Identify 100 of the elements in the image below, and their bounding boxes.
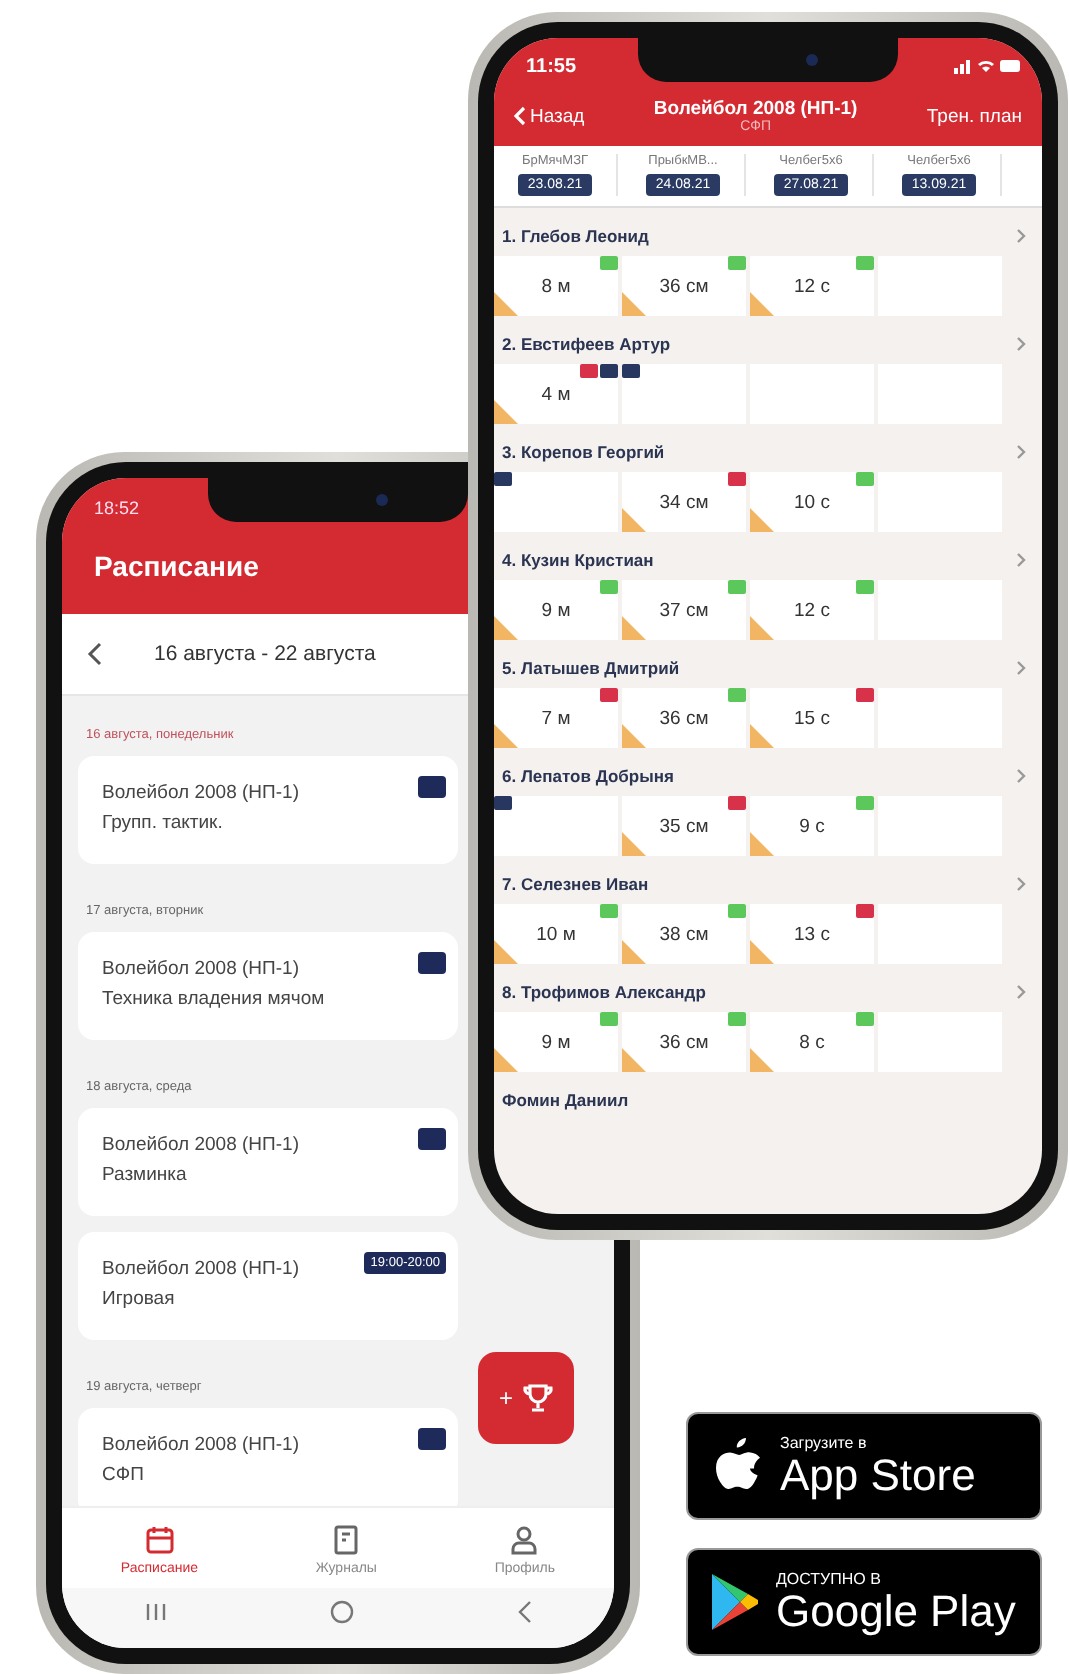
- add-trophy-button[interactable]: +: [478, 1352, 574, 1444]
- store-caption: ДОСТУПНО В: [776, 1569, 883, 1587]
- athlete-name[interactable]: 7. Селезнев Иван: [502, 874, 649, 894]
- chevron-right-icon[interactable]: [1016, 660, 1026, 676]
- camera-dot: [376, 494, 388, 506]
- result-cell[interactable]: 10 м: [494, 904, 618, 964]
- team-name: Волейбол 2008 (НП-1): [102, 958, 299, 980]
- activity-name: СФП: [102, 1464, 144, 1486]
- result-cell[interactable]: 8 м: [494, 256, 618, 316]
- team-name: Волейбол 2008 (НП-1): [102, 1258, 299, 1280]
- athlete-name[interactable]: 5. Латышев Дмитрий: [502, 658, 680, 678]
- athlete-name[interactable]: 4. Кузин Кристиан: [502, 550, 654, 570]
- activity-name: Групп. тактик.: [102, 812, 223, 834]
- result-value: 9 м: [541, 599, 571, 621]
- corner-triangle-icon: [494, 292, 518, 316]
- recents-icon[interactable]: [143, 1602, 168, 1622]
- corner-triangle-icon: [750, 616, 774, 640]
- home-icon[interactable]: [329, 1600, 354, 1624]
- corner-triangle-icon: [622, 724, 646, 748]
- result-value: 8 с: [799, 1031, 825, 1053]
- result-cell[interactable]: [622, 364, 746, 424]
- result-cell[interactable]: 34 см: [622, 472, 746, 532]
- corner-triangle-icon: [622, 616, 646, 640]
- result-value: 15 с: [794, 707, 830, 729]
- store-caption: Загрузите в: [780, 1433, 869, 1451]
- camera-dot: [806, 54, 818, 66]
- result-cell[interactable]: 9 м: [494, 1012, 618, 1072]
- result-cell[interactable]: 36 см: [622, 256, 746, 316]
- athlete-name[interactable]: 8. Трофимов Александр: [502, 982, 706, 1002]
- athlete-name[interactable]: 2. Евстифеев Артур: [502, 334, 671, 354]
- result-value: 9 с: [799, 815, 825, 837]
- result-value: 34 см: [659, 491, 709, 513]
- result-cell[interactable]: 9 м: [494, 580, 618, 640]
- corner-triangle-icon: [622, 292, 646, 316]
- chevron-right-icon[interactable]: [1016, 444, 1026, 460]
- store-badge[interactable]: Загрузите в App Store: [686, 1412, 1042, 1520]
- result-value: 12 с: [794, 275, 830, 297]
- result-cell[interactable]: 13 с: [750, 904, 874, 964]
- store-badge[interactable]: ДОСТУПНО В Google Play: [686, 1548, 1042, 1656]
- result-value: 12 с: [794, 599, 830, 621]
- result-cell[interactable]: 7 м: [494, 688, 618, 748]
- chevron-right-icon[interactable]: [1016, 228, 1026, 244]
- chevron-right-icon[interactable]: [1016, 768, 1026, 784]
- corner-triangle-icon: [622, 832, 646, 856]
- notebook-icon: [330, 1524, 363, 1556]
- screen-title: Расписание: [94, 550, 259, 582]
- screen-title: Волейбол 2008 (НП-1): [653, 98, 858, 120]
- result-cell[interactable]: 37 см: [622, 580, 746, 640]
- event-card[interactable]: Волейбол 2008 (НП-1) Групп. тактик.: [78, 756, 458, 864]
- activity-name: Разминка: [102, 1164, 187, 1186]
- training-plan-button[interactable]: Трен. план: [926, 105, 1022, 127]
- trophy-icon: [521, 1382, 553, 1414]
- corner-triangle-icon: [622, 940, 646, 964]
- result-value: 9 м: [541, 1031, 571, 1053]
- result-cell[interactable]: 8 с: [750, 1012, 874, 1072]
- corner-triangle-icon: [622, 508, 646, 532]
- back-chevron-icon[interactable]: [86, 642, 102, 666]
- corner-triangle-icon: [750, 292, 774, 316]
- week-range: 16 августа - 22 августа: [154, 642, 376, 666]
- event-card[interactable]: Волейбол 2008 (НП-1) СФП: [78, 1408, 458, 1506]
- result-value: 10 м: [536, 923, 576, 945]
- result-cell[interactable]: 12 с: [750, 580, 874, 640]
- store-name: App Store: [780, 1451, 976, 1499]
- event-card[interactable]: Волейбол 2008 (НП-1) Техника владения мячом: [78, 932, 458, 1040]
- result-cell[interactable]: 4 м: [494, 364, 618, 424]
- back-button[interactable]: Назад: [514, 105, 585, 127]
- corner-triangle-icon: [750, 508, 774, 532]
- result-cell[interactable]: 15 с: [750, 688, 874, 748]
- result-value: 36 см: [659, 707, 709, 729]
- calendar-icon: [143, 1524, 176, 1556]
- athlete-name[interactable]: Фомин Даниил: [502, 1090, 629, 1110]
- activity-name: Игровая: [102, 1288, 175, 1310]
- athlete-name[interactable]: 1. Глебов Леонид: [502, 226, 649, 246]
- result-cell[interactable]: 36 см: [622, 688, 746, 748]
- corner-triangle-icon: [750, 1048, 774, 1072]
- result-cell[interactable]: 9 с: [750, 796, 874, 856]
- result-value: 37 см: [659, 599, 709, 621]
- back-icon[interactable]: [516, 1600, 533, 1624]
- result-cell[interactable]: 36 см: [622, 1012, 746, 1072]
- result-cell[interactable]: 35 см: [622, 796, 746, 856]
- result-value: 10 с: [794, 491, 830, 513]
- chevron-right-icon[interactable]: [1016, 336, 1026, 352]
- corner-triangle-icon: [494, 616, 518, 640]
- athlete-name[interactable]: 6. Лепатов Добрыня: [502, 766, 674, 786]
- result-cell[interactable]: 12 с: [750, 256, 874, 316]
- chevron-right-icon[interactable]: [1016, 984, 1026, 1000]
- corner-triangle-icon: [622, 1048, 646, 1072]
- corner-triangle-icon: [494, 940, 518, 964]
- corner-triangle-icon: [494, 724, 518, 748]
- result-cell[interactable]: [494, 796, 618, 856]
- play-triangle-icon: [708, 1572, 760, 1632]
- event-card[interactable]: Волейбол 2008 (НП-1) Разминка: [78, 1108, 458, 1216]
- chevron-right-icon[interactable]: [1016, 876, 1026, 892]
- result-cell[interactable]: 38 см: [622, 904, 746, 964]
- result-cell[interactable]: [494, 472, 618, 532]
- person-icon: [508, 1524, 541, 1556]
- result-cell[interactable]: 10 с: [750, 472, 874, 532]
- chevron-right-icon[interactable]: [1016, 552, 1026, 568]
- team-name: Волейбол 2008 (НП-1): [102, 1434, 299, 1456]
- athlete-name[interactable]: 3. Корепов Георгий: [502, 442, 665, 462]
